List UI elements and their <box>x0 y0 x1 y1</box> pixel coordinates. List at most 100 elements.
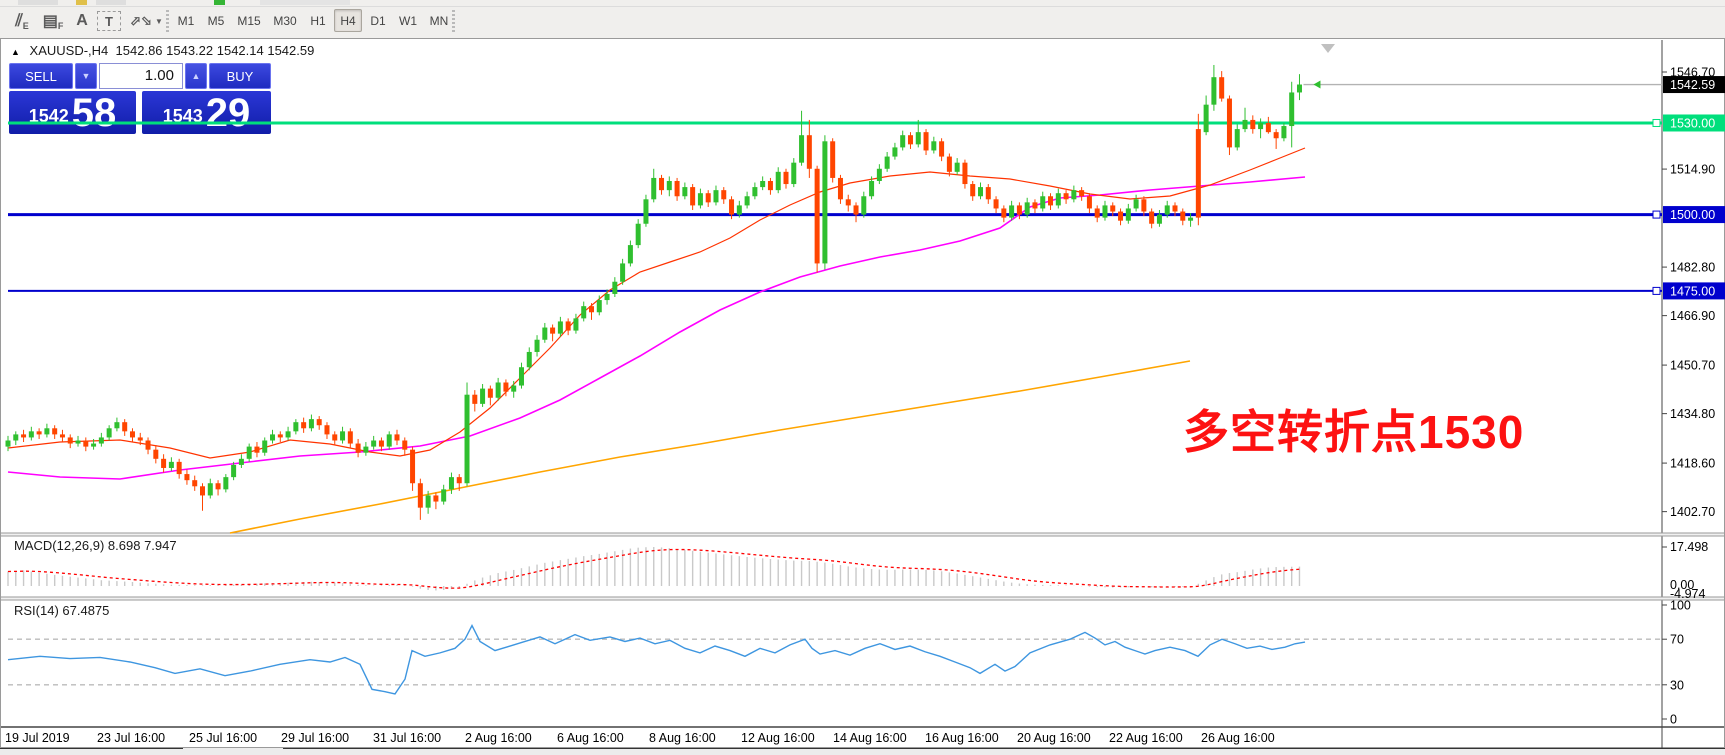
price-tick-label: 1466.90 <box>1670 309 1715 323</box>
candle <box>161 459 166 468</box>
candle <box>1274 132 1279 138</box>
candle <box>169 462 174 468</box>
candle <box>924 132 929 150</box>
candle <box>1110 205 1115 211</box>
candle <box>854 205 859 214</box>
candle <box>768 181 773 190</box>
candle <box>1204 105 1209 132</box>
candle <box>1009 205 1014 217</box>
candle <box>107 428 112 437</box>
macd-scale-label: 17.498 <box>1670 540 1708 554</box>
rsi-indicator-label: RSI(14) 67.4875 <box>14 603 109 618</box>
candle <box>1118 212 1123 221</box>
candle <box>449 477 454 489</box>
candle <box>457 477 462 483</box>
level-line-anchor[interactable] <box>1653 119 1660 126</box>
chart-shift-marker-icon[interactable] <box>1321 44 1335 53</box>
candle <box>1087 196 1092 208</box>
candle <box>1102 205 1107 217</box>
candle <box>184 474 189 480</box>
candle <box>986 187 991 199</box>
time-tick-label: 25 Jul 16:00 <box>189 731 257 745</box>
candle <box>1250 120 1255 129</box>
rsi-scale-label: 0 <box>1670 713 1677 727</box>
candle <box>690 187 695 205</box>
candle <box>301 422 306 428</box>
chart-canvas[interactable]: 1546.701514.901482.801466.901450.701434.… <box>0 0 1725 755</box>
level-line-anchor[interactable] <box>1653 211 1660 218</box>
candle <box>472 395 477 404</box>
candle <box>426 495 431 507</box>
macd-indicator-label: MACD(12,26,9) 8.698 7.947 <box>14 538 177 553</box>
candle <box>682 187 687 196</box>
candle <box>846 199 851 205</box>
candle <box>815 169 820 264</box>
chart-annotation-text[interactable]: 多空转折点1530 <box>1183 396 1524 462</box>
candle <box>1173 205 1178 211</box>
candle <box>558 321 563 333</box>
candle <box>861 196 866 214</box>
candle <box>200 486 205 495</box>
candle <box>698 193 703 205</box>
candle <box>379 440 384 446</box>
candle <box>1134 199 1139 208</box>
candle <box>659 178 664 190</box>
candle <box>37 431 42 434</box>
candle <box>324 425 329 434</box>
candle <box>916 132 921 144</box>
candle <box>729 199 734 214</box>
time-tick-label: 8 Aug 16:00 <box>649 731 716 745</box>
candle <box>1126 208 1131 220</box>
time-tick-label: 29 Jul 16:00 <box>281 731 349 745</box>
candle <box>955 163 960 172</box>
candle <box>441 489 446 501</box>
candle <box>706 193 711 202</box>
candle <box>1165 205 1170 214</box>
candle <box>737 205 742 214</box>
level-line-anchor[interactable] <box>1653 287 1660 294</box>
candle <box>146 440 151 449</box>
candle <box>21 434 26 437</box>
candle <box>1032 202 1037 208</box>
candle <box>465 395 470 484</box>
candle <box>216 483 221 489</box>
candle <box>231 465 236 477</box>
level-badge-1530.00-label: 1530.00 <box>1670 116 1715 130</box>
candle <box>1243 120 1248 129</box>
candle <box>799 135 804 162</box>
candle <box>317 419 322 425</box>
candle <box>410 450 415 484</box>
candle <box>978 187 983 196</box>
time-tick-label: 19 Jul 2019 <box>5 731 70 745</box>
candle <box>947 157 952 172</box>
tab-bar-edge <box>0 748 1725 755</box>
candle <box>1095 208 1100 217</box>
candle <box>1149 212 1154 224</box>
candle <box>566 321 571 330</box>
candle <box>869 181 874 196</box>
candle <box>1196 129 1201 218</box>
candle <box>535 340 540 352</box>
candle <box>138 437 143 440</box>
candle <box>247 447 252 459</box>
candle <box>254 447 259 453</box>
candle <box>807 135 812 169</box>
candle <box>114 422 119 428</box>
candle <box>1071 190 1076 199</box>
candle <box>791 163 796 184</box>
rsi-scale-label: 70 <box>1670 633 1684 647</box>
time-tick-label: 20 Aug 16:00 <box>1017 731 1091 745</box>
candle <box>605 294 610 300</box>
candle <box>1056 193 1061 205</box>
candle <box>363 447 368 453</box>
candle <box>395 434 400 440</box>
candle <box>1157 215 1162 224</box>
price-tick-label: 1514.90 <box>1670 163 1715 177</box>
candle <box>13 434 18 440</box>
rsi-line <box>8 626 1305 694</box>
candle <box>60 434 65 437</box>
candle <box>962 163 967 184</box>
candle <box>480 389 485 404</box>
candle <box>1017 205 1022 214</box>
rsi-scale-label: 30 <box>1670 678 1684 692</box>
